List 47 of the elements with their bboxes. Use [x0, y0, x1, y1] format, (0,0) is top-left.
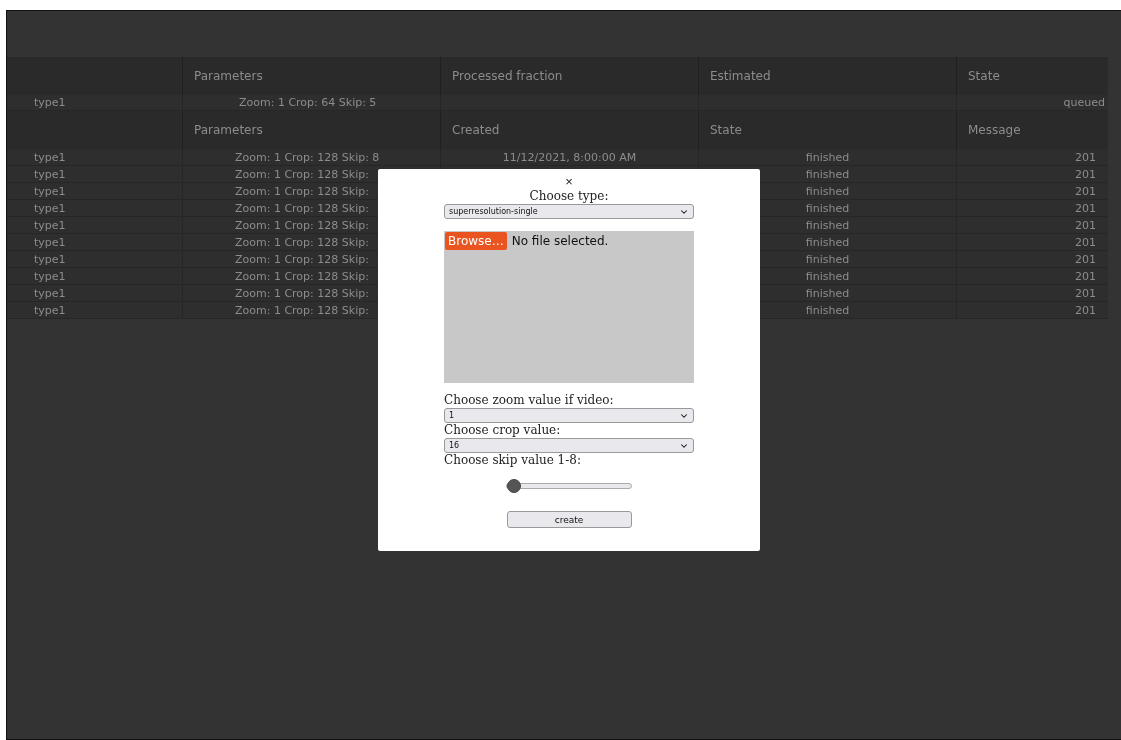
table-cell: type1	[7, 234, 182, 251]
table-cell: type1	[7, 166, 182, 183]
table-cell: 201	[956, 183, 1108, 200]
select-field[interactable]: superresolution-single	[444, 204, 694, 219]
table-cell: 201	[956, 217, 1108, 234]
slider-thumb[interactable]	[507, 479, 521, 493]
column-header: State	[698, 111, 956, 149]
table-cell: type1	[7, 268, 182, 285]
table-cell: 201	[956, 302, 1108, 319]
file-status: No file selected.	[511, 233, 609, 250]
table-cell: Zoom: 1 Crop: 128 Skip: 8	[182, 149, 440, 166]
table-cell: 201	[956, 166, 1108, 183]
table-cell: 201	[956, 251, 1108, 268]
table-cell: type1	[7, 183, 182, 200]
table-cell: type1	[7, 149, 182, 166]
table-cell: queued	[956, 95, 1108, 111]
table-cell: type1	[7, 251, 182, 268]
column-header: Processed fraction	[440, 57, 698, 95]
table-cell: 201	[956, 200, 1108, 217]
select-field[interactable]: 16	[444, 438, 694, 453]
column-header: Message	[956, 111, 1108, 149]
table-cell: type1	[7, 302, 182, 319]
field-label: Choose crop value:	[444, 423, 561, 438]
file-drop-area[interactable]: Browse… No file selected.	[444, 231, 694, 383]
column-header: State	[956, 57, 1108, 95]
table-cell: finished	[698, 149, 956, 166]
table-cell: type1	[7, 95, 182, 111]
table-cell: type1	[7, 217, 182, 234]
column-header: Estimated	[698, 57, 956, 95]
browse-button[interactable]: Browse…	[445, 232, 507, 250]
select-field[interactable]: 1	[444, 408, 694, 423]
column-header: Created	[440, 111, 698, 149]
table-cell: 201	[956, 285, 1108, 302]
create-button[interactable]: create	[506, 511, 632, 528]
field-label: Choose zoom value if video:	[444, 393, 614, 408]
table-cell: 201	[956, 268, 1108, 285]
column-header: Parameters	[182, 57, 440, 95]
table-cell: Zoom: 1 Crop: 64 Skip: 5	[182, 95, 440, 111]
table-cell: 11/12/2021, 8:00:00 AM	[440, 149, 698, 166]
table-cell: 201	[956, 149, 1108, 166]
table-cell: type1	[7, 200, 182, 217]
column-header: Parameters	[182, 111, 440, 149]
field-label: Choose type:	[529, 189, 609, 204]
close-button[interactable]: ×	[565, 175, 573, 189]
table-cell: type1	[7, 285, 182, 302]
table-cell: 201	[956, 234, 1108, 251]
field-label: Choose skip value 1-8:	[444, 453, 581, 468]
